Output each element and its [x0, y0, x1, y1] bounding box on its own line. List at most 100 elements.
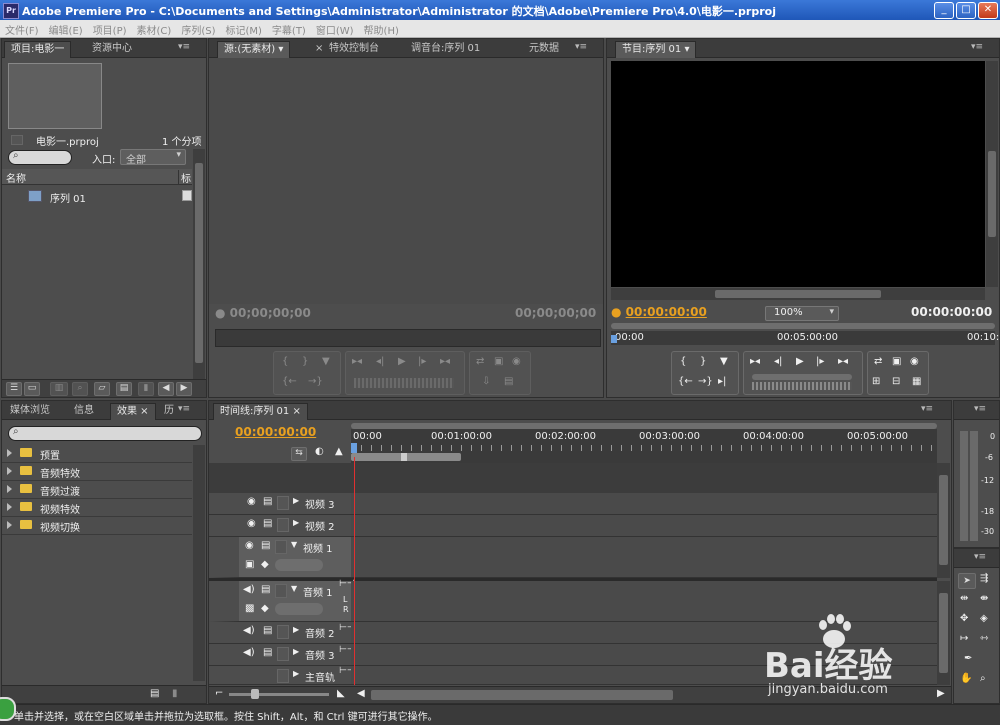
program-ruler[interactable]: 00:00 00:05:00:00 00:10:: [611, 331, 999, 345]
tab-resources[interactable]: 资源中心: [86, 41, 138, 57]
eye-icon[interactable]: ◉: [247, 518, 256, 529]
program-play-icon[interactable]: ▶: [796, 356, 804, 367]
keyframe-icon[interactable]: ◆: [261, 603, 269, 614]
speaker-icon[interactable]: ◀): [243, 647, 255, 658]
project-search-input[interactable]: ⌕: [8, 150, 72, 165]
project-scrollbar[interactable]: [193, 149, 205, 379]
timeline-playhead-line[interactable]: [354, 457, 355, 685]
timeline-zoom-thumb[interactable]: [251, 689, 259, 699]
lock-icon[interactable]: ▤: [263, 647, 272, 658]
col-label[interactable]: 标: [178, 170, 191, 185]
goto-in-icon[interactable]: {←: [282, 376, 297, 387]
add-marker-icon[interactable]: ▲: [335, 446, 343, 457]
program-h-thumb[interactable]: [715, 290, 881, 298]
track-target-icon[interactable]: [275, 584, 287, 598]
maximize-button[interactable]: □: [956, 2, 976, 19]
program-h-scrollbar[interactable]: [611, 288, 985, 300]
track-target-icon[interactable]: [275, 540, 287, 554]
tab-media-browser[interactable]: 媒体浏览: [4, 403, 56, 419]
zoom-out-icon[interactable]: ⌐: [215, 688, 223, 699]
tab-info[interactable]: 信息: [68, 403, 100, 419]
program-play-in-out-icon[interactable]: ▸|: [718, 376, 726, 387]
lock-icon[interactable]: ▤: [263, 518, 272, 529]
menu-edit[interactable]: 编辑(E): [44, 20, 88, 37]
icon-view-icon[interactable]: ▭: [24, 382, 40, 396]
expand-icon[interactable]: [7, 449, 12, 457]
zoom-in-icon[interactable]: ◣: [337, 688, 345, 699]
loop-icon[interactable]: ⇄: [476, 356, 484, 367]
track-target-icon[interactable]: [277, 669, 289, 683]
track-target-icon[interactable]: [277, 518, 289, 532]
program-mark-in-icon[interactable]: {: [680, 356, 686, 367]
new-bin-icon[interactable]: ▱: [94, 382, 110, 396]
expand-track-icon[interactable]: ▶: [293, 669, 299, 678]
overlay-icon[interactable]: ▤: [504, 376, 513, 387]
tab-audio-mixer[interactable]: 调音台:序列 01: [405, 41, 486, 57]
program-v-thumb[interactable]: [988, 151, 996, 237]
effects-folder-audio-transitions[interactable]: 音频过渡: [2, 481, 192, 499]
zoom-tool-icon[interactable]: ⌕: [980, 673, 986, 684]
expand-track-icon[interactable]: ▶: [293, 496, 299, 505]
output-icon[interactable]: ◉: [512, 356, 521, 367]
expand-icon[interactable]: [7, 467, 12, 475]
keyframe-icon[interactable]: ◆: [261, 559, 269, 570]
program-jog[interactable]: [752, 382, 852, 390]
set-marker-icon[interactable]: ◐: [315, 446, 324, 457]
track-body-video2[interactable]: [351, 515, 937, 537]
effects-search-input[interactable]: ⌕: [8, 426, 202, 441]
program-zoom-bar[interactable]: [611, 323, 995, 329]
collapse-track-icon[interactable]: ▼: [291, 540, 297, 549]
close-button[interactable]: ✕: [978, 2, 998, 19]
project-scroll-thumb[interactable]: [195, 163, 203, 363]
menu-help[interactable]: 帮助(H): [359, 20, 404, 37]
minimize-button[interactable]: _: [934, 2, 954, 19]
marker-icon[interactable]: ▼: [322, 356, 330, 367]
tab-metadata[interactable]: 元数据: [523, 41, 565, 57]
expand-icon[interactable]: [7, 485, 12, 493]
source-panel-menu-icon[interactable]: ▾≡: [575, 42, 587, 52]
program-zoom-dropdown[interactable]: 100% ▾: [765, 306, 839, 321]
program-next-edit-icon[interactable]: ▸◂: [838, 356, 848, 367]
extract-icon[interactable]: ⊟: [892, 376, 900, 387]
expand-track-icon[interactable]: ▶: [293, 647, 299, 656]
lift-icon[interactable]: ⊞: [872, 376, 880, 387]
expand-track-icon[interactable]: ▶: [293, 625, 299, 634]
effects-folder-presets[interactable]: 预置: [2, 445, 192, 463]
program-step-forward-icon[interactable]: |▸: [816, 356, 824, 367]
trim-icon[interactable]: ▦: [912, 376, 921, 387]
step-next-edit-icon[interactable]: ▸◂: [440, 356, 450, 367]
rolling-edit-tool-icon[interactable]: ⇼: [980, 593, 988, 604]
list-view-icon[interactable]: ☰: [6, 382, 22, 396]
display-style-icon[interactable]: ▣: [245, 559, 254, 570]
program-prev-edit-icon[interactable]: ▸◂: [750, 356, 760, 367]
mark-in-icon[interactable]: {: [282, 356, 288, 367]
program-goto-out-icon[interactable]: →}: [698, 376, 713, 387]
effects-folder-audio-effects[interactable]: 音频特效: [2, 463, 192, 481]
program-loop-icon[interactable]: ⇄: [874, 356, 882, 367]
track-select-tool-icon[interactable]: ⇶: [980, 573, 988, 584]
tab-source[interactable]: 源:(无素材) ▾: [217, 41, 291, 58]
new-item-icon[interactable]: ▤: [116, 382, 132, 396]
project-item-row[interactable]: 序列 01: [2, 187, 192, 205]
keyframe-nav[interactable]: [275, 603, 323, 615]
speaker-icon[interactable]: ◀): [243, 584, 255, 595]
track-target-icon[interactable]: [277, 647, 289, 661]
keyframe-nav[interactable]: [275, 559, 323, 571]
clear-icon[interactable]: ▮: [138, 382, 154, 396]
delete-icon[interactable]: ▮: [172, 688, 178, 699]
razor-tool-icon[interactable]: ◈: [980, 613, 988, 624]
find-icon[interactable]: ⌕: [72, 382, 88, 396]
track-body-video1[interactable]: [351, 537, 937, 578]
collapse-track-icon[interactable]: ▼: [291, 584, 297, 593]
effects-folder-video-effects[interactable]: 视频特效: [2, 499, 192, 517]
timeline-panel-menu-icon[interactable]: ▾≡: [921, 404, 933, 414]
waveform-icon[interactable]: ▩: [245, 603, 254, 614]
tab-program[interactable]: 节目:序列 01 ▾: [615, 41, 697, 58]
ripple-edit-tool-icon[interactable]: ⇹: [960, 593, 968, 604]
slide-tool-icon[interactable]: ⇿: [980, 633, 988, 644]
col-name[interactable]: 名称: [6, 170, 26, 185]
play-icon[interactable]: ▶: [398, 356, 406, 367]
pen-tool-icon[interactable]: ✒: [964, 653, 972, 664]
panel-menu-icon[interactable]: ▾≡: [178, 42, 190, 52]
eye-icon[interactable]: ◉: [247, 496, 256, 507]
